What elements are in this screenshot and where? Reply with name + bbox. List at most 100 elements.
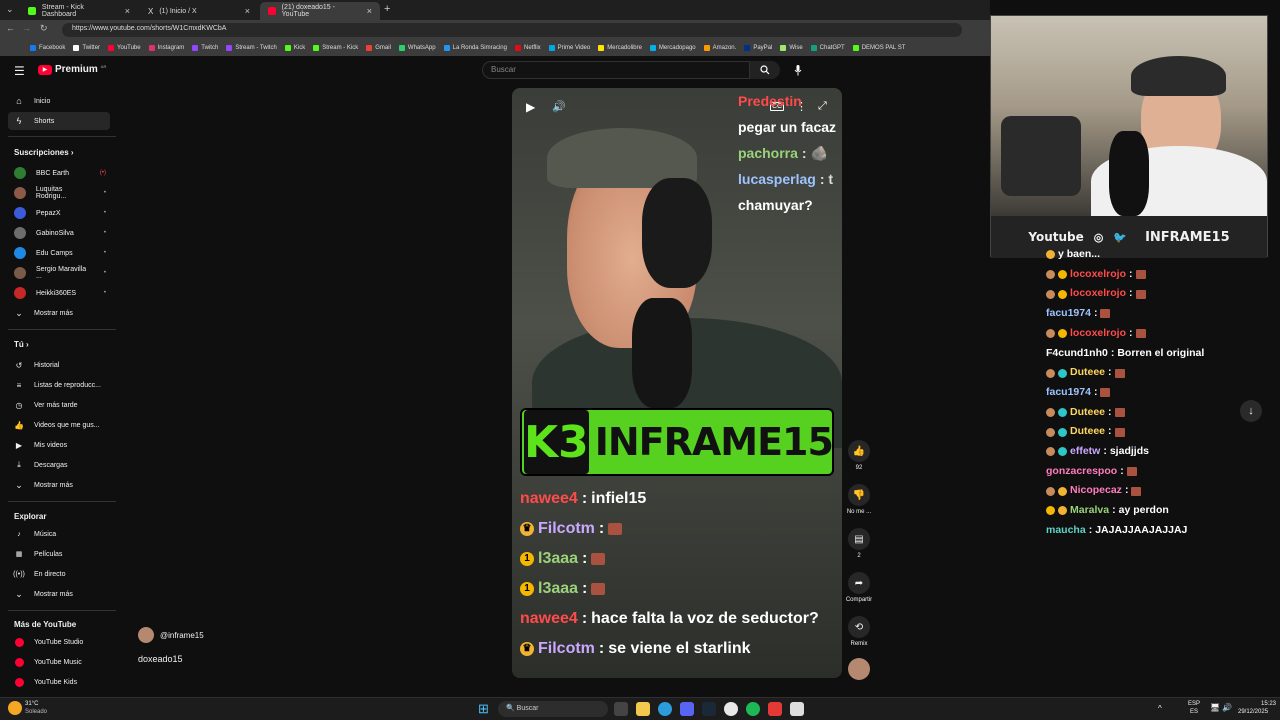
clock-time[interactable]: 15:23 (1240, 701, 1276, 707)
sidebar-you-item[interactable]: ↺ Historial (8, 356, 110, 374)
new-tab-button[interactable]: + (384, 3, 390, 15)
sidebar-sub-item[interactable]: Luquitas Rodrigu... • (8, 184, 110, 202)
spotify-icon[interactable] (746, 702, 760, 716)
windows-start-icon[interactable]: ⊞ (478, 701, 489, 717)
sidebar-sub-item[interactable]: BBC Earth (•) (8, 164, 110, 182)
close-tab-icon[interactable]: × (125, 6, 130, 16)
bookmark-item[interactable]: Amazon. (700, 45, 741, 51)
chat-colon: : (1108, 425, 1112, 438)
bookmark-item[interactable]: WhatsApp (395, 45, 440, 51)
taskbar-search[interactable]: 🔍 Buscar (498, 701, 608, 717)
sidebar-sub-item[interactable]: GabinoSilva • (8, 224, 110, 242)
sidebar-more-item[interactable]: YouTube Music (8, 653, 110, 671)
bookmark-item[interactable]: Wise (776, 45, 806, 51)
url-field[interactable]: https://www.youtube.com/shorts/W1CmxdKWC… (62, 23, 962, 37)
sidebar-explore-item[interactable]: ▦ Películas (8, 545, 110, 563)
bookmark-item[interactable]: Prime Video (545, 45, 595, 51)
show-more-explore[interactable]: ⌄ Mostrar más (8, 585, 110, 603)
steam-icon[interactable] (702, 702, 716, 716)
bookmark-item[interactable]: Gmail (362, 45, 395, 51)
back-icon[interactable]: ← (6, 23, 15, 33)
tray-chevron-icon[interactable]: ^ (1158, 704, 1162, 713)
bookmark-item[interactable]: Kick (281, 45, 309, 51)
search-input[interactable]: Buscar (482, 61, 750, 79)
tab-youtube[interactable]: (21) doxeado15 - YouTube × (260, 2, 380, 20)
bookmark-item[interactable]: Netflix (511, 45, 545, 51)
channel-thumbnail[interactable] (844, 658, 874, 683)
remix-label: Remix (850, 641, 868, 647)
channel-row[interactable]: @inframe15 (138, 627, 204, 643)
fist-badge-icon (1046, 486, 1055, 496)
sidebar-sub-item[interactable]: Heikki360ES • (8, 284, 110, 302)
bookmark-item[interactable]: Mercadolibre (594, 45, 646, 51)
close-tab-icon[interactable]: × (367, 6, 372, 16)
network-volume-icons[interactable]: 🖥 🔊 (1210, 703, 1232, 712)
sidebar-explore-item[interactable]: ♪ Música (8, 525, 110, 543)
sidebar-you-item[interactable]: 👍 Videos que me gus... (8, 416, 110, 434)
dislike-button[interactable]: 👎 No me ... (844, 484, 874, 515)
voice-search-button[interactable] (788, 61, 808, 79)
bookmark-label: Instagram (157, 45, 185, 51)
task-view-icon[interactable] (614, 702, 628, 716)
reload-icon[interactable]: ↻ (40, 23, 48, 34)
sidebar-more-item[interactable]: YouTube Kids (8, 673, 110, 691)
show-more-you[interactable]: ⌄ Mostrar más (8, 476, 110, 494)
keyboard-layout: ES (1190, 709, 1199, 715)
bookmark-item[interactable]: Stream - Twitch (222, 45, 281, 51)
bookmark-item[interactable]: Twitter (69, 45, 104, 51)
bookmark-item[interactable]: Stream - Kick (309, 45, 362, 51)
bookmark-item[interactable]: Mercadopago (646, 45, 700, 51)
forward-icon[interactable]: → (22, 23, 31, 33)
short-video-player[interactable]: ▶ 🔊 CC ⋮ ⤢ Predestin pegar un facaz pachor… (512, 88, 842, 678)
sidebar-you-item[interactable]: ◷ Ver más tarde (8, 396, 110, 414)
sidebar-item-inicio[interactable]: ⌂ Inicio (8, 92, 110, 110)
sidebar-sub-item[interactable]: Sergio Maravilla ... • (8, 264, 110, 282)
bookmark-item[interactable]: ChatGPT (807, 45, 849, 51)
bookmark-item[interactable]: DEMOS PAL ST (849, 45, 910, 51)
tab-x-home[interactable]: X (1) Inicio / X × (140, 2, 258, 20)
scroll-down-icon[interactable]: ↓ (1240, 400, 1262, 422)
bookmark-label: Mercadopago (658, 45, 696, 51)
edge-icon[interactable] (658, 702, 672, 716)
tab-kick-dashboard[interactable]: Stream - Kick Dashboard × (20, 2, 138, 20)
show-more-subs[interactable]: ⌄ Mostrar más (8, 304, 110, 322)
remix-button[interactable]: ⟲ Remix (844, 616, 874, 647)
channel-handle[interactable]: @inframe15 (160, 631, 204, 640)
close-tab-icon[interactable]: × (245, 6, 250, 16)
bookmark-item[interactable]: PayPal (740, 45, 776, 51)
sidebar-sub-item[interactable]: PepazX • (8, 204, 110, 222)
clock-icon: ◷ (15, 400, 23, 410)
file-explorer-icon[interactable] (636, 702, 650, 716)
comments-button[interactable]: ▤ 2 (844, 528, 874, 559)
weather-temp[interactable]: 31°C (25, 701, 38, 707)
tab-list-icon[interactable]: ⌄ (6, 4, 14, 15)
bookmark-item[interactable]: Instagram (145, 45, 189, 51)
you-heading[interactable]: Tú › (14, 340, 29, 349)
subscriptions-heading[interactable]: Suscripciones › (14, 148, 74, 157)
chrome-icon[interactable] (724, 702, 738, 716)
play-icon[interactable]: ▶ (526, 100, 535, 114)
app-icon[interactable] (768, 702, 782, 716)
like-button[interactable]: 👍 92 (844, 440, 874, 471)
sidebar-sub-item[interactable]: Edu Camps • (8, 244, 110, 262)
sidebar-you-item[interactable]: ⤓ Descargas (8, 456, 110, 474)
bookmark-item[interactable]: Facebook (26, 45, 69, 51)
app-icon[interactable] (790, 702, 804, 716)
share-button[interactable]: ➦ Compartir (844, 572, 874, 603)
discord-icon[interactable] (680, 702, 694, 716)
live-dot: • (103, 210, 106, 216)
sidebar-you-item[interactable]: ▶ Mis videos (8, 436, 110, 454)
bookmark-item[interactable]: YouTube (104, 45, 145, 51)
chat-username: pachorra (738, 145, 798, 161)
sidebar-item-shorts[interactable]: ϟ Shorts (8, 112, 110, 130)
volume-icon[interactable]: 🔊 (552, 100, 566, 113)
bookmark-item[interactable]: Twitch (188, 45, 222, 51)
language-indicator[interactable]: ESP (1188, 701, 1200, 707)
sidebar-you-item[interactable]: ≡ Listas de reproducc... (8, 376, 110, 394)
sidebar-more-item[interactable]: YouTube Studio (8, 633, 110, 651)
film-icon: ▦ (15, 551, 23, 558)
sidebar-explore-item[interactable]: ((•)) En directo (8, 565, 110, 583)
bookmark-item[interactable]: La Ronda Simracing (440, 45, 511, 51)
search-button[interactable] (750, 61, 780, 79)
chat-username: Duteee (1070, 405, 1106, 418)
